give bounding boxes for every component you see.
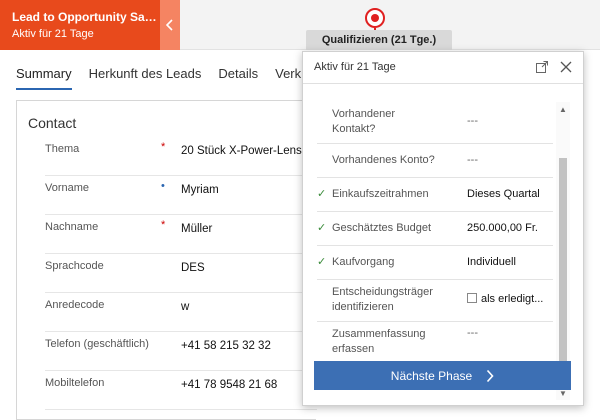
field-label: Nachname: [45, 221, 99, 233]
step-kaufvorgang[interactable]: ✓ Kaufvorgang Individuell: [317, 246, 553, 280]
checkmark-icon: ✓: [317, 256, 327, 268]
step-label: Vorhandener Kontakt?: [332, 108, 395, 135]
process-duration: Aktiv für 21 Tage: [12, 28, 94, 40]
step-entscheidungstraeger[interactable]: Entscheidungsträger identifizieren als e…: [317, 280, 553, 322]
step-value[interactable]: Individuell: [467, 256, 516, 268]
field-value[interactable]: +41 58 215 32 32: [181, 340, 271, 352]
field-value[interactable]: DES: [181, 262, 205, 274]
step-label: Entscheidungsträger identifizieren: [332, 286, 433, 313]
step-value[interactable]: ---: [467, 327, 478, 339]
flyout-steps: Vorhandener Kontakt? --- Vorhandenes Kon…: [303, 102, 571, 400]
step-label: Vorhandenes Konto?: [332, 154, 435, 166]
process-title-block[interactable]: Lead to Opportunity Sale... Aktiv für 21…: [0, 0, 160, 50]
required-marker: *: [161, 141, 166, 153]
checkmark-icon: ✓: [317, 222, 327, 234]
field-anredecode[interactable]: Anredecode w: [45, 293, 317, 332]
stage-flyout: Aktiv für 21 Tage Vorhandener Kontakt? -…: [302, 51, 584, 406]
field-nachname[interactable]: Nachname * Müller: [45, 215, 317, 254]
flyout-title: Aktiv für 21 Tage: [314, 61, 396, 73]
field-label: Anredecode: [45, 299, 105, 311]
checkbox-icon[interactable]: [467, 293, 477, 303]
step-vorhandenes-konto[interactable]: Vorhandenes Konto? ---: [317, 144, 553, 178]
process-bar: Lead to Opportunity Sale... Aktiv für 21…: [0, 0, 600, 50]
app-root: Lead to Opportunity Sale... Aktiv für 21…: [0, 0, 600, 420]
step-value[interactable]: Dieses Quartal: [467, 188, 540, 200]
step-label: Kaufvorgang: [332, 256, 395, 268]
field-label: Sprachcode: [45, 260, 104, 272]
active-stage-marker-icon: [365, 8, 385, 28]
step-einkaufszeitrahmen[interactable]: ✓ Einkaufszeitrahmen Dieses Quartal: [317, 178, 553, 212]
checkmark-icon: ✓: [317, 188, 327, 200]
field-sprachcode[interactable]: Sprachcode DES: [45, 254, 317, 293]
step-label: Einkaufszeitrahmen: [332, 188, 429, 200]
step-geschaetztes-budget[interactable]: ✓ Geschätztes Budget 250.000,00 Fr.: [317, 212, 553, 246]
field-label: Mobiltelefon: [45, 377, 105, 389]
step-label: Zusammenfassung erfassen: [332, 328, 426, 355]
section-title: Contact: [28, 115, 77, 131]
field-value[interactable]: +41 78 9548 21 68: [181, 379, 277, 391]
scroll-up-icon[interactable]: ▲: [556, 102, 570, 116]
checkbox-label: als erledigt...: [481, 293, 544, 305]
field-label: Vorname: [45, 182, 90, 194]
step-value[interactable]: 250.000,00 Fr.: [467, 222, 538, 234]
field-value[interactable]: 20 Stück X-Power-Lense: [181, 145, 308, 157]
next-stage-label: Nächste Phase: [390, 368, 473, 383]
field-label: Telefon (geschäftlich): [45, 338, 149, 350]
field-label: Thema: [45, 143, 80, 155]
chevron-left-icon[interactable]: [160, 0, 180, 50]
step-value[interactable]: ---: [467, 154, 478, 166]
field-telefon[interactable]: Telefon (geschäftlich) +41 58 215 32 32: [45, 332, 317, 371]
scrollbar-thumb[interactable]: [559, 158, 567, 374]
chevron-right-icon: [487, 369, 494, 382]
tab-details[interactable]: Details: [218, 66, 258, 90]
step-label: Geschätztes Budget: [332, 222, 432, 234]
tab-herkunft[interactable]: Herkunft des Leads: [89, 66, 202, 90]
field-value[interactable]: Müller: [181, 223, 212, 235]
field-value[interactable]: Myriam: [181, 184, 219, 196]
record-tabs: Summary Herkunft des Leads Details Verkn: [16, 66, 308, 90]
process-title: Lead to Opportunity Sale...: [12, 10, 157, 24]
step-vorhandener-kontakt[interactable]: Vorhandener Kontakt? ---: [317, 102, 553, 144]
flyout-scrollbar[interactable]: ▲ ▼: [556, 102, 570, 400]
stage-qualifizieren[interactable]: Qualifizieren (21 Tge.): [306, 30, 452, 50]
close-icon[interactable]: [559, 60, 573, 74]
flyout-header: Aktiv für 21 Tage: [303, 52, 583, 84]
field-thema[interactable]: Thema * 20 Stück X-Power-Lense: [45, 137, 317, 176]
mark-complete-checkbox[interactable]: als erledigt...: [467, 293, 543, 305]
step-zusammenfassung[interactable]: Zusammenfassung erfassen ---: [317, 322, 553, 364]
field-vorname[interactable]: Vorname • Myriam: [45, 176, 317, 215]
tab-summary[interactable]: Summary: [16, 66, 72, 90]
step-value[interactable]: ---: [467, 115, 478, 127]
field-value[interactable]: w: [181, 301, 189, 313]
contact-section: Contact Thema * 20 Stück X-Power-Lense V…: [16, 100, 317, 420]
field-mobiltelefon[interactable]: Mobiltelefon +41 78 9548 21 68: [45, 371, 317, 410]
expand-icon[interactable]: [535, 60, 549, 74]
required-marker: *: [161, 219, 166, 231]
next-stage-button[interactable]: Nächste Phase: [314, 361, 571, 390]
recommended-marker: •: [161, 180, 165, 192]
